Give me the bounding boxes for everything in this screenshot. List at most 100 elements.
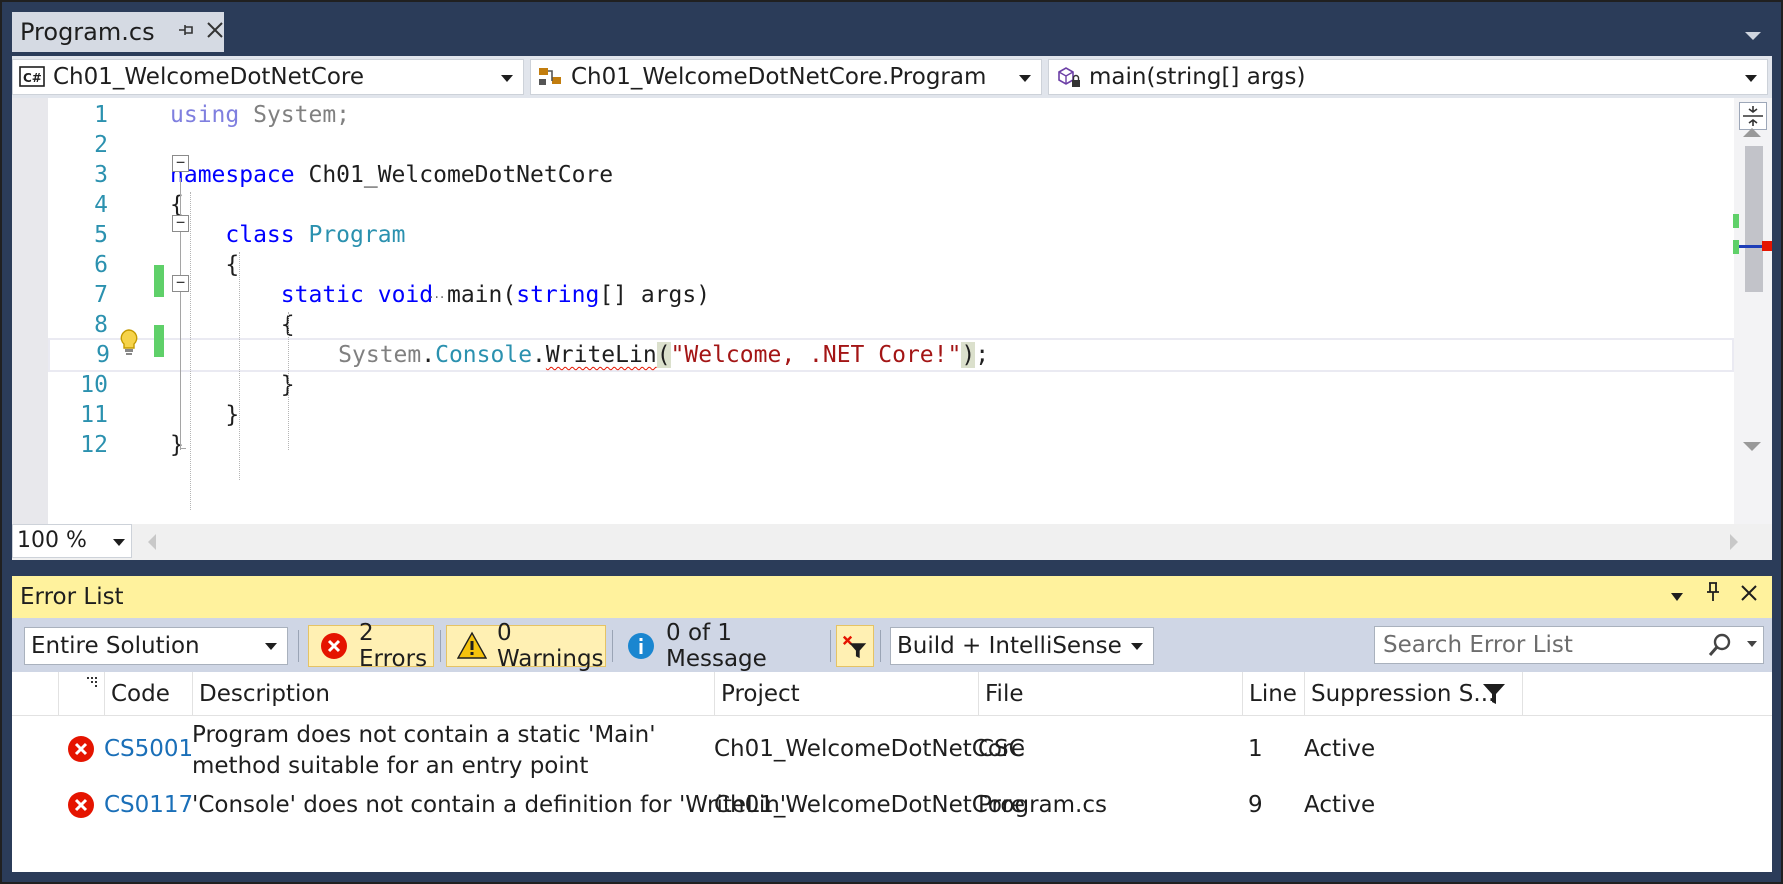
split-window-button[interactable] bbox=[1739, 102, 1767, 130]
clear-filters-button[interactable] bbox=[836, 625, 874, 667]
lightbulb-icon[interactable] bbox=[118, 328, 140, 362]
errors-filter-toggle[interactable]: 2 Errors bbox=[308, 620, 434, 672]
window-options-icon[interactable] bbox=[1662, 576, 1692, 618]
error-code-link[interactable]: CS5001 bbox=[104, 736, 193, 762]
code-token: System; bbox=[239, 102, 351, 128]
scroll-down-icon[interactable] bbox=[1743, 442, 1761, 451]
code-line[interactable]: 7 static void main(string[] args) bbox=[48, 278, 1734, 312]
class-icon bbox=[539, 68, 561, 85]
pin-icon[interactable] bbox=[177, 21, 195, 44]
close-icon[interactable] bbox=[205, 17, 225, 47]
project-dropdown[interactable]: C# Ch01_WelcomeDotNetCore bbox=[12, 59, 524, 95]
code-line[interactable]: 4{ bbox=[48, 188, 1734, 222]
scrollbar-error-mark bbox=[1762, 241, 1772, 251]
scroll-left-icon[interactable] bbox=[148, 534, 156, 550]
chevron-down-icon bbox=[113, 539, 125, 546]
code-line[interactable]: 11 } bbox=[48, 398, 1734, 432]
navigation-bar: C# Ch01_WelcomeDotNetCore Ch01_WelcomeDo… bbox=[12, 56, 1772, 98]
code-token: Program bbox=[308, 222, 406, 248]
zoom-dropdown[interactable]: 100 % bbox=[12, 524, 132, 558]
line-number: 1 bbox=[94, 102, 108, 128]
chevron-down-icon bbox=[1019, 75, 1031, 82]
column-header-code[interactable]: Code bbox=[104, 672, 192, 716]
code-line[interactable]: 10 } bbox=[48, 368, 1734, 402]
editor-bottom-bar: 100 % bbox=[12, 524, 1772, 560]
warnings-filter-toggle[interactable]: 0 Warnings bbox=[446, 620, 606, 672]
error-suppression-state: Active bbox=[1304, 792, 1376, 818]
scope-dropdown[interactable]: Entire Solution bbox=[24, 627, 288, 665]
source-value: Build + IntelliSense bbox=[897, 633, 1122, 659]
line-number: 11 bbox=[80, 402, 108, 428]
error-list-title: Error List bbox=[20, 584, 124, 610]
scope-value: Entire Solution bbox=[31, 633, 200, 659]
line-number: 12 bbox=[80, 432, 108, 458]
code-line[interactable]: 12} bbox=[48, 428, 1734, 462]
line-number: 2 bbox=[94, 132, 108, 158]
chevron-down-icon[interactable] bbox=[1747, 641, 1757, 647]
line-number: 10 bbox=[80, 372, 108, 398]
change-marker bbox=[154, 325, 164, 357]
code-text: } bbox=[170, 368, 295, 402]
scroll-up-icon[interactable] bbox=[1743, 128, 1761, 137]
document-tab-strip: Program.cs bbox=[12, 12, 1772, 52]
search-input[interactable] bbox=[1383, 632, 1683, 658]
code-line[interactable]: 5 class Program bbox=[48, 218, 1734, 252]
code-line[interactable]: 6 { bbox=[48, 248, 1734, 282]
chevron-down-icon bbox=[265, 643, 277, 650]
tab-program-cs[interactable]: Program.cs bbox=[12, 12, 224, 52]
code-line[interactable]: 2 bbox=[48, 128, 1734, 162]
glyph-margin[interactable] bbox=[12, 98, 48, 524]
search-icon[interactable] bbox=[1707, 631, 1733, 670]
error-code-link[interactable]: CS0117 bbox=[104, 792, 193, 818]
code-token: Ch01_WelcomeDotNetCore bbox=[294, 162, 614, 188]
search-box[interactable] bbox=[1374, 626, 1764, 664]
table-row[interactable]: CS5001 Program does not contain a static… bbox=[12, 716, 1772, 784]
code-line[interactable]: 1 using System; bbox=[48, 98, 1734, 132]
filter-icon[interactable] bbox=[1482, 682, 1506, 712]
code-text: { bbox=[170, 308, 295, 342]
toolbar-separator bbox=[440, 630, 441, 662]
messages-count-label: 0 of 1 Message bbox=[666, 620, 767, 672]
member-name: main(string[] args) bbox=[1089, 64, 1306, 90]
line-number: 9 bbox=[96, 342, 110, 368]
column-header-project[interactable]: Project bbox=[714, 672, 978, 716]
code-token: Console bbox=[435, 342, 533, 368]
indent-guide bbox=[190, 192, 191, 510]
column-header-line[interactable]: Line bbox=[1242, 672, 1304, 716]
error-list-toolbar: Entire Solution 2 Errors 0 Warnings 0 of… bbox=[12, 618, 1772, 672]
column-header-description[interactable]: Description bbox=[192, 672, 714, 716]
code-token: WriteLin bbox=[545, 342, 657, 368]
line-number: 8 bbox=[94, 312, 108, 338]
svg-text:C#: C# bbox=[23, 71, 42, 85]
collapse-namespace-button[interactable]: − bbox=[172, 155, 189, 172]
private-method-icon bbox=[1058, 67, 1080, 87]
collapse-method-button[interactable]: − bbox=[172, 275, 189, 292]
column-chooser-button[interactable] bbox=[58, 672, 104, 716]
column-header-file[interactable]: File bbox=[978, 672, 1242, 716]
code-token: } bbox=[170, 432, 184, 458]
type-dropdown[interactable]: Ch01_WelcomeDotNetCore.Program bbox=[530, 59, 1042, 95]
code-text: } bbox=[170, 428, 184, 462]
toolbar-separator bbox=[298, 630, 299, 662]
member-dropdown[interactable]: main(string[] args) bbox=[1048, 59, 1768, 95]
code-line[interactable]: 3 namespace Ch01_WelcomeDotNetCore bbox=[48, 158, 1734, 192]
code-line[interactable]: 8 { bbox=[48, 308, 1734, 342]
source-dropdown[interactable]: Build + IntelliSense bbox=[890, 627, 1154, 665]
tab-overflow-dropdown-icon[interactable] bbox=[1742, 24, 1764, 40]
code-line[interactable]: 9 System.Console.WriteLin("Welcome, .NET… bbox=[48, 338, 1734, 372]
messages-filter-toggle[interactable]: 0 of 1 Message bbox=[618, 620, 824, 672]
code-editor[interactable]: 1 using System; 2 3 namespace Ch01_WelcomeDo… bbox=[12, 98, 1772, 524]
line-number: 5 bbox=[94, 222, 108, 248]
code-token: ) bbox=[961, 342, 976, 368]
code-token: { bbox=[170, 312, 295, 338]
line-number: 4 bbox=[94, 192, 108, 218]
collapse-class-button[interactable]: − bbox=[172, 215, 189, 232]
table-row[interactable]: CS0117 'Console' does not contain a defi… bbox=[12, 784, 1772, 828]
scroll-thumb[interactable] bbox=[1745, 146, 1763, 292]
error-list-title-bar: Error List bbox=[12, 576, 1772, 618]
close-icon[interactable] bbox=[1734, 576, 1764, 618]
suggestion-dots[interactable]: ··· bbox=[429, 290, 445, 306]
pin-icon[interactable] bbox=[1698, 576, 1728, 618]
scroll-right-icon[interactable] bbox=[1730, 534, 1738, 550]
